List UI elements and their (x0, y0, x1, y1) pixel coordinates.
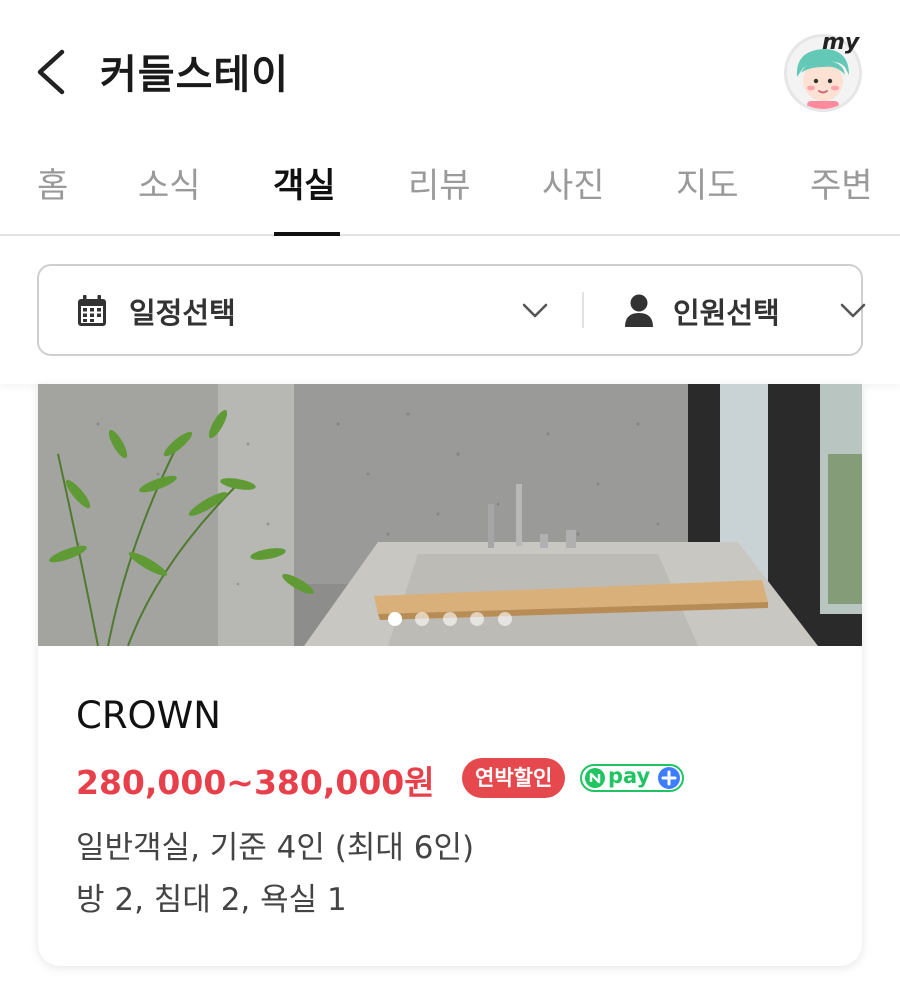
tab-bar: 홈 소식 객실 리뷰 사진 지도 주변 (0, 140, 900, 236)
page-title: 커들스테이 (100, 52, 289, 98)
tab-photos[interactable]: 사진 (542, 158, 605, 207)
date-select-label: 일정선택 (129, 296, 236, 330)
avatar-my-label: my (822, 30, 860, 55)
room-name: CROWN (76, 694, 221, 737)
guest-select[interactable]: 인원선택 (587, 266, 866, 354)
tab-map[interactable]: 지도 (676, 158, 739, 207)
room-card[interactable]: CROWN 280,000~380,000원 연박할인 pay 일반객실, 기준… (38, 384, 862, 966)
carousel-dot[interactable] (498, 612, 512, 626)
carousel-dot[interactable] (443, 612, 457, 626)
carousel-dot[interactable] (470, 612, 484, 626)
tab-nearby[interactable]: 주변 (810, 158, 873, 207)
carousel-dot[interactable] (415, 612, 429, 626)
tab-home[interactable]: 홈 (37, 158, 68, 207)
person-icon (625, 294, 653, 327)
tab-rooms[interactable]: 객실 (273, 158, 336, 207)
back-button[interactable] (30, 44, 80, 100)
npay-plus-badge: pay (580, 764, 684, 792)
filter-divider (582, 292, 584, 328)
date-select[interactable]: 일정선택 (39, 266, 579, 354)
npay-label: pay (608, 764, 651, 788)
guest-select-label: 인원선택 (673, 296, 780, 330)
chevron-down-icon (840, 303, 866, 318)
room-type-capacity: 일반객실, 기준 4인 (최대 6인) (76, 830, 475, 866)
chevron-left-icon (37, 49, 65, 95)
tab-news[interactable]: 소식 (138, 158, 201, 207)
header: 커들스테이 my (0, 0, 900, 140)
room-price: 280,000~380,000원 (76, 763, 435, 802)
filter-box: 일정선택 인원선택 (37, 264, 866, 356)
discount-badge: 연박할인 (462, 758, 566, 798)
room-photo (38, 384, 862, 647)
active-tab-indicator (274, 232, 340, 236)
chevron-down-icon (522, 303, 548, 318)
filter-section: 일정선택 인원선택 (0, 238, 900, 384)
room-photo-carousel[interactable] (38, 384, 862, 647)
calendar-icon (78, 295, 106, 326)
npay-n-icon (585, 768, 605, 788)
carousel-dot[interactable] (388, 612, 402, 626)
carousel-indicator (388, 612, 518, 628)
plus-icon (658, 767, 680, 789)
tab-reviews[interactable]: 리뷰 (408, 158, 471, 207)
room-facilities: 방 2, 침대 2, 욕실 1 (76, 882, 347, 918)
price-row: 280,000~380,000원 연박할인 pay (76, 756, 836, 802)
